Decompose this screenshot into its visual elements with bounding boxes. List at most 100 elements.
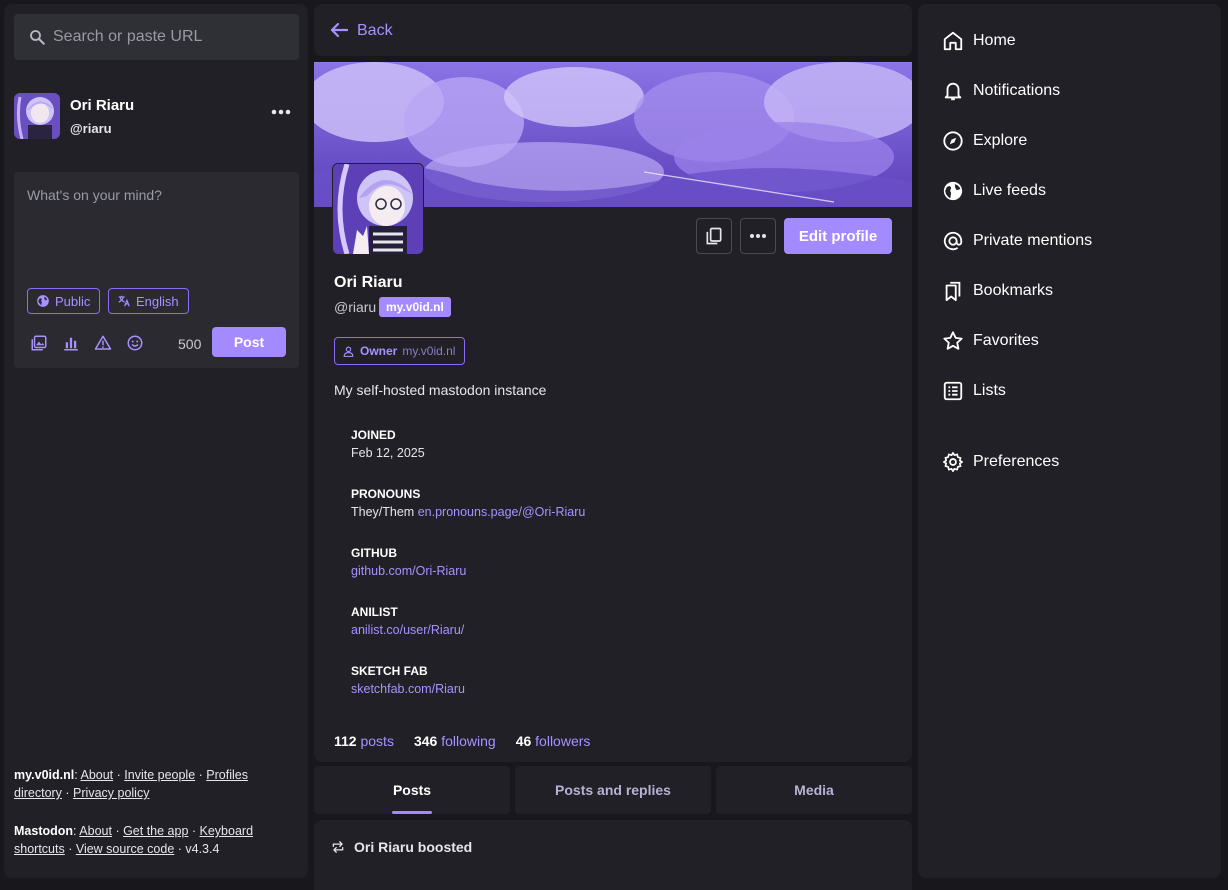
role-domain: my.v0id.nl xyxy=(402,344,456,358)
boost-label: Ori Riaru boosted xyxy=(354,839,473,855)
mastodon-about-link[interactable]: About xyxy=(79,824,112,838)
main-column: Back Edit profile Ori Riaru @riaru my.v0… xyxy=(314,4,912,890)
get-app-link[interactable]: Get the app xyxy=(123,824,188,838)
search-input[interactable]: Search or paste URL xyxy=(14,14,299,60)
server-footer: my.v0id.nl: About · Invite people · Prof… xyxy=(14,768,248,800)
poll-icon[interactable] xyxy=(62,334,80,352)
nav-label: Bookmarks xyxy=(973,282,1054,299)
nav-label: Lists xyxy=(973,382,1006,399)
media-icon[interactable] xyxy=(30,334,48,352)
server-about-link[interactable]: About xyxy=(80,768,113,782)
home-icon xyxy=(943,31,963,51)
edit-profile-button[interactable]: Edit profile xyxy=(784,218,892,254)
person-icon xyxy=(343,346,354,357)
role-badge: Owner my.v0id.nl xyxy=(334,337,466,365)
profile-field-github: GITHUB github.com/Ori-Riaru xyxy=(351,546,751,578)
nav-label: Home xyxy=(973,32,1016,49)
profile-card: Edit profile Ori Riaru @riaru my.v0id.nl… xyxy=(314,62,912,762)
tab-label: Posts xyxy=(392,782,432,798)
profile-handle: @riaru xyxy=(334,299,377,315)
profile-field-pronouns: PRONOUNS They/Them en.pronouns.page/@Ori… xyxy=(351,487,751,519)
bell-icon xyxy=(944,82,962,101)
compose-form: What's on your mind? Public English 500 … xyxy=(14,172,299,368)
copy-icon xyxy=(706,227,722,245)
field-key: SKETCH FAB xyxy=(351,664,428,678)
list-icon xyxy=(943,381,963,401)
compass-icon xyxy=(943,131,963,151)
left-column: Search or paste URL Ori Riaru @riaru Wha… xyxy=(4,4,308,878)
github-link[interactable]: github.com/Ori-Riaru xyxy=(351,564,751,578)
copy-link-button[interactable] xyxy=(696,218,732,254)
sketchfab-link[interactable]: sketchfab.com/Riaru xyxy=(351,682,751,696)
mastodon-label: Mastodon xyxy=(14,824,74,838)
back-button[interactable]: Back xyxy=(314,4,912,56)
boosted-post[interactable]: Ori Riaru boosted xyxy=(314,820,912,890)
profile-field-joined: JOINED Feb 12, 2025 xyxy=(351,428,751,460)
search-icon xyxy=(30,30,45,45)
profile-field-sketchfab: SKETCH FAB sketchfab.com/Riaru xyxy=(351,664,751,696)
role-label: Owner xyxy=(360,344,398,358)
compose-textarea[interactable]: What's on your mind? xyxy=(27,187,162,203)
more-icon[interactable] xyxy=(271,108,291,116)
source-code-link[interactable]: View source code xyxy=(76,842,174,856)
arrow-left-icon xyxy=(330,22,348,38)
field-value-row: They/Them en.pronouns.page/@Ori-Riaru xyxy=(351,505,751,519)
more-icon xyxy=(750,234,766,238)
pronouns-link[interactable]: en.pronouns.page/@Ori-Riaru xyxy=(418,505,586,519)
language-button[interactable]: English xyxy=(108,288,189,314)
profile-tabs: Posts Posts and replies Media xyxy=(314,766,912,814)
current-account: Ori Riaru @riaru xyxy=(14,93,299,143)
profile-field-anilist: ANILIST anilist.co/user/Riaru/ xyxy=(351,605,751,637)
active-tab-indicator xyxy=(392,811,432,814)
server-name: my.v0id.nl xyxy=(14,768,75,782)
tab-label: Media xyxy=(794,782,834,798)
tab-posts-and-replies[interactable]: Posts and replies xyxy=(515,766,711,814)
gear-icon xyxy=(943,452,963,472)
translate-icon xyxy=(118,295,130,307)
invite-link[interactable]: Invite people xyxy=(124,768,195,782)
avatar[interactable] xyxy=(14,93,60,139)
anilist-link[interactable]: anilist.co/user/Riaru/ xyxy=(351,623,751,637)
nav-label: Private mentions xyxy=(973,232,1093,249)
visibility-button[interactable]: Public xyxy=(27,288,101,314)
following-count-link[interactable]: 346 following xyxy=(414,733,496,749)
nav-label: Live feeds xyxy=(973,182,1046,199)
account-name: Ori Riaru xyxy=(70,97,135,114)
nav-label: Preferences xyxy=(973,453,1060,470)
profile-menu-button[interactable] xyxy=(740,218,776,254)
tab-posts[interactable]: Posts xyxy=(314,766,510,814)
field-key: PRONOUNS xyxy=(351,487,421,501)
field-value: Feb 12, 2025 xyxy=(351,446,425,460)
privacy-policy-link[interactable]: Privacy policy xyxy=(73,786,149,800)
visibility-label: Public xyxy=(55,293,91,309)
emoji-icon[interactable] xyxy=(126,334,144,352)
posts-count-link[interactable]: 112 posts xyxy=(334,733,394,749)
nav-label: Explore xyxy=(973,132,1028,149)
followers-count-link[interactable]: 46 followers xyxy=(516,733,591,749)
navigation-panel: Home Notifications Explore Live feeds Pr… xyxy=(918,4,1221,878)
warning-icon[interactable] xyxy=(94,334,112,352)
post-button[interactable]: Post xyxy=(212,327,286,357)
nav-label: Notifications xyxy=(973,82,1061,99)
at-icon xyxy=(943,231,963,251)
tab-media[interactable]: Media xyxy=(716,766,912,814)
field-key: GITHUB xyxy=(351,546,397,560)
profile-stats: 112 posts 346 following 46 followers xyxy=(334,733,590,749)
language-label: English xyxy=(136,293,179,309)
field-value: They/Them xyxy=(351,505,415,519)
globe-icon xyxy=(37,295,49,307)
field-key: ANILIST xyxy=(351,605,398,619)
globe-icon xyxy=(943,181,963,201)
account-handle: @riaru xyxy=(70,121,112,136)
profile-bio: My self-hosted mastodon instance xyxy=(334,382,547,398)
profile-domain-badge[interactable]: my.v0id.nl xyxy=(379,297,451,317)
version: v4.3.4 xyxy=(185,842,220,856)
tab-label: Posts and replies xyxy=(555,782,671,798)
field-key: JOINED xyxy=(351,428,396,442)
search-placeholder: Search or paste URL xyxy=(53,28,203,45)
character-counter: 500 xyxy=(178,336,202,352)
boost-icon xyxy=(332,841,344,853)
mastodon-footer: Mastodon: About · Get the app · Keyboard… xyxy=(14,824,254,856)
star-icon xyxy=(943,331,963,350)
profile-avatar[interactable] xyxy=(332,163,424,255)
